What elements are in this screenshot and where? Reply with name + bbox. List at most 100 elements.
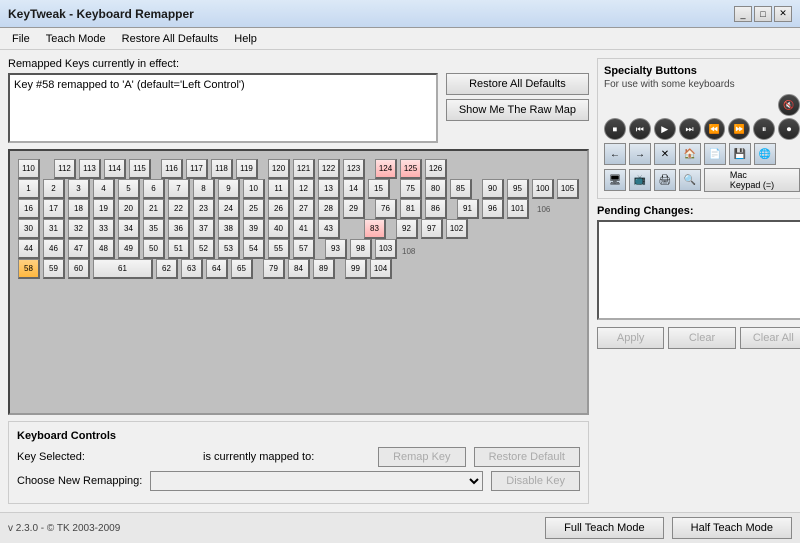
- spec-btn-prev[interactable]: ⏮: [629, 118, 651, 140]
- key-21[interactable]: 21: [143, 199, 165, 219]
- key-91[interactable]: 91: [457, 199, 479, 219]
- key-12[interactable]: 12: [293, 179, 315, 199]
- minimize-button[interactable]: _: [734, 6, 752, 22]
- key-3[interactable]: 3: [68, 179, 90, 199]
- key-1[interactable]: 1: [18, 179, 40, 199]
- key-79[interactable]: 79: [263, 259, 285, 279]
- key-52[interactable]: 52: [193, 239, 215, 259]
- restore-all-defaults-button[interactable]: Restore All Defaults: [446, 73, 589, 95]
- key-38[interactable]: 38: [218, 219, 240, 239]
- key-119[interactable]: 119: [236, 159, 258, 179]
- key-59[interactable]: 59: [43, 259, 65, 279]
- key-37[interactable]: 37: [193, 219, 215, 239]
- key-46[interactable]: 46: [43, 239, 65, 259]
- key-80[interactable]: 80: [425, 179, 447, 199]
- spec-btn-ff[interactable]: ⏩: [728, 118, 750, 140]
- spec-btn-next[interactable]: ⏭: [679, 118, 701, 140]
- key-113[interactable]: 113: [79, 159, 101, 179]
- key-18[interactable]: 18: [68, 199, 90, 219]
- key-15[interactable]: 15: [368, 179, 390, 199]
- key-61[interactable]: 61: [93, 259, 153, 279]
- spec-btn-mac-keypad[interactable]: MacKeypad (=): [704, 168, 800, 192]
- key-11[interactable]: 11: [268, 179, 290, 199]
- key-97[interactable]: 97: [421, 219, 443, 239]
- key-101[interactable]: 101: [507, 199, 529, 219]
- key-8[interactable]: 8: [193, 179, 215, 199]
- menu-file[interactable]: File: [4, 31, 38, 47]
- key-53[interactable]: 53: [218, 239, 240, 259]
- menu-restore-all[interactable]: Restore All Defaults: [114, 31, 227, 47]
- spec-btn-play[interactable]: ▶: [654, 118, 676, 140]
- spec-btn-red[interactable]: ✕: [654, 143, 676, 165]
- key-117[interactable]: 117: [186, 159, 208, 179]
- disable-key-button[interactable]: Disable Key: [491, 471, 580, 491]
- key-103[interactable]: 103: [375, 239, 397, 259]
- key-100[interactable]: 100: [532, 179, 554, 199]
- key-104[interactable]: 104: [370, 259, 392, 279]
- menu-teach-mode[interactable]: Teach Mode: [38, 31, 114, 47]
- close-button[interactable]: ✕: [774, 6, 792, 22]
- key-27[interactable]: 27: [293, 199, 315, 219]
- key-2[interactable]: 2: [43, 179, 65, 199]
- key-86[interactable]: 86: [425, 199, 447, 219]
- key-10[interactable]: 10: [243, 179, 265, 199]
- key-31[interactable]: 31: [43, 219, 65, 239]
- key-98[interactable]: 98: [350, 239, 372, 259]
- key-125[interactable]: 125: [400, 159, 422, 179]
- key-120[interactable]: 120: [268, 159, 290, 179]
- key-92[interactable]: 92: [396, 219, 418, 239]
- key-96[interactable]: 96: [482, 199, 504, 219]
- key-43[interactable]: 43: [318, 219, 340, 239]
- key-48[interactable]: 48: [93, 239, 115, 259]
- key-122[interactable]: 122: [318, 159, 340, 179]
- menu-help[interactable]: Help: [226, 31, 265, 47]
- key-25[interactable]: 25: [243, 199, 265, 219]
- key-112[interactable]: 112: [54, 159, 76, 179]
- key-19[interactable]: 19: [93, 199, 115, 219]
- key-57[interactable]: 57: [293, 239, 315, 259]
- key-84[interactable]: 84: [288, 259, 310, 279]
- key-23[interactable]: 23: [193, 199, 215, 219]
- key-62[interactable]: 62: [156, 259, 178, 279]
- key-44[interactable]: 44: [18, 239, 40, 259]
- key-5[interactable]: 5: [118, 179, 140, 199]
- key-6[interactable]: 6: [143, 179, 165, 199]
- spec-btn-monitor[interactable]: 🖥: [604, 169, 626, 191]
- key-116[interactable]: 116: [161, 159, 183, 179]
- spec-btn-pause[interactable]: ⏸: [753, 118, 775, 140]
- spec-btn-rec[interactable]: ⏺: [778, 118, 800, 140]
- key-93[interactable]: 93: [325, 239, 347, 259]
- spec-btn-search[interactable]: 🔍: [679, 169, 701, 191]
- apply-button[interactable]: Apply: [597, 327, 664, 349]
- key-28[interactable]: 28: [318, 199, 340, 219]
- key-99[interactable]: 99: [345, 259, 367, 279]
- key-36[interactable]: 36: [168, 219, 190, 239]
- half-teach-mode-button[interactable]: Half Teach Mode: [672, 517, 792, 539]
- spec-btn-print[interactable]: 🖨: [654, 169, 676, 191]
- key-89[interactable]: 89: [313, 259, 335, 279]
- key-54[interactable]: 54: [243, 239, 265, 259]
- spec-btn-save[interactable]: 💾: [729, 143, 751, 165]
- key-121[interactable]: 121: [293, 159, 315, 179]
- spec-btn-home[interactable]: 🏠: [679, 143, 701, 165]
- key-124[interactable]: 124: [375, 159, 397, 179]
- spec-btn-stop[interactable]: ⏹: [604, 118, 626, 140]
- key-50[interactable]: 50: [143, 239, 165, 259]
- key-40[interactable]: 40: [268, 219, 290, 239]
- key-75[interactable]: 75: [400, 179, 422, 199]
- spec-btn-rewind[interactable]: ⏪: [704, 118, 726, 140]
- key-105[interactable]: 105: [557, 179, 579, 199]
- key-81[interactable]: 81: [400, 199, 422, 219]
- key-24[interactable]: 24: [218, 199, 240, 219]
- spec-btn-web[interactable]: 🌐: [754, 143, 776, 165]
- spec-btn-tv[interactable]: 📺: [629, 169, 651, 191]
- key-76[interactable]: 76: [375, 199, 397, 219]
- key-35[interactable]: 35: [143, 219, 165, 239]
- key-95[interactable]: 95: [507, 179, 529, 199]
- key-126[interactable]: 126: [425, 159, 447, 179]
- specialty-icon-top[interactable]: 🔇: [778, 94, 800, 116]
- key-118[interactable]: 118: [211, 159, 233, 179]
- key-115[interactable]: 115: [129, 159, 151, 179]
- key-55[interactable]: 55: [268, 239, 290, 259]
- key-64[interactable]: 64: [206, 259, 228, 279]
